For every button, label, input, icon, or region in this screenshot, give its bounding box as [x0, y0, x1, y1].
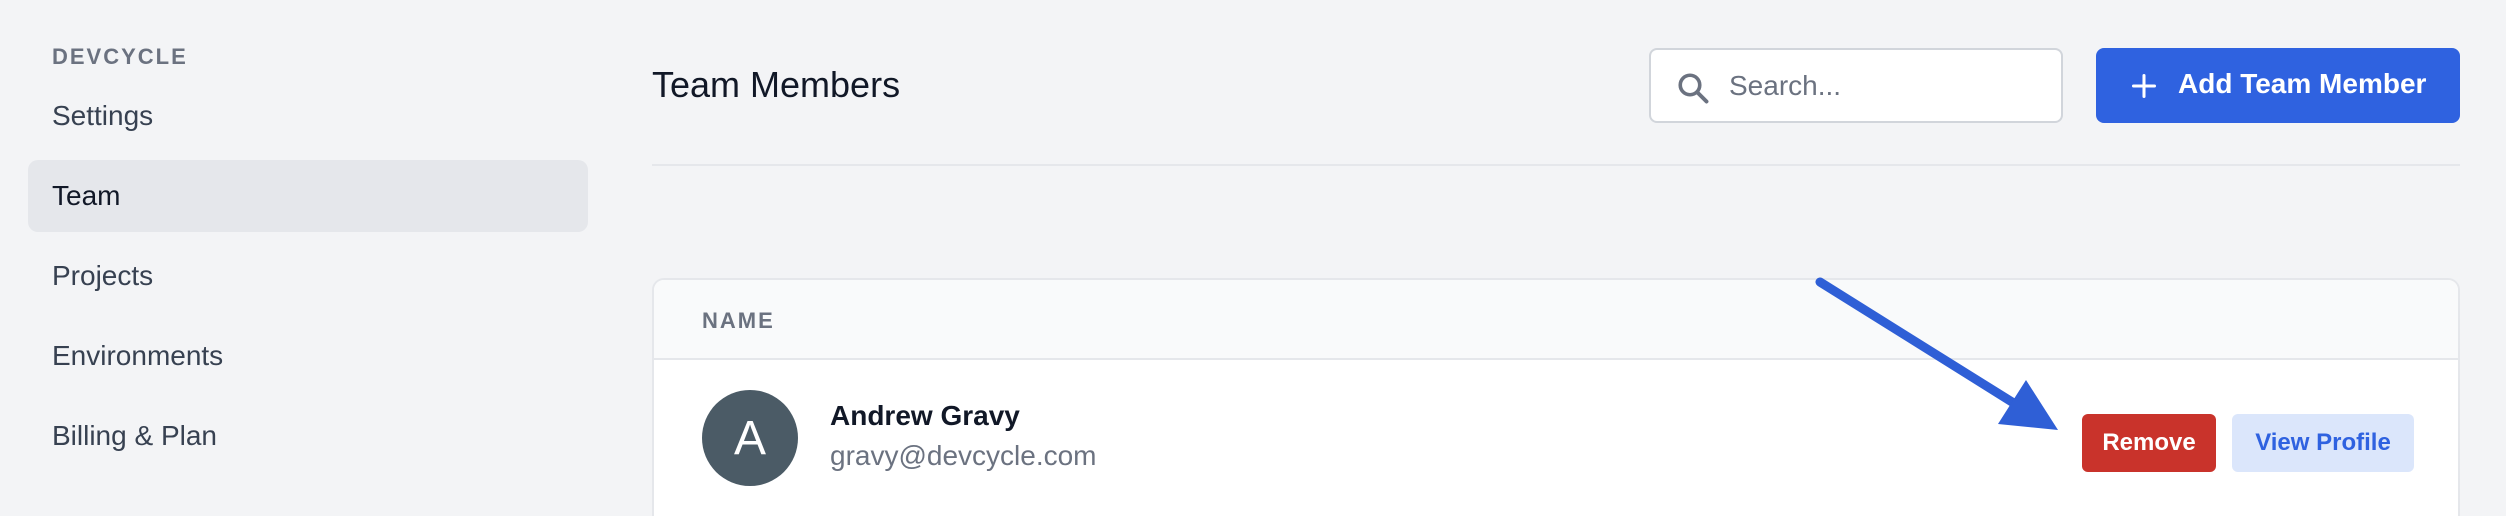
plus-icon	[2131, 73, 2157, 99]
sidebar-item-billing[interactable]: Billing & Plan	[28, 400, 588, 472]
add-team-member-button[interactable]: Add Team Member	[2096, 48, 2460, 123]
sidebar-item-settings[interactable]: Settings	[28, 80, 588, 152]
search-box[interactable]	[1649, 48, 2063, 123]
sidebar: DEVCYCLE Settings Team Projects Environm…	[0, 0, 620, 516]
avatar: A	[702, 390, 798, 486]
column-header-name: NAME	[702, 308, 775, 333]
sidebar-item-label: Team	[52, 180, 121, 211]
add-team-member-label: Add Team Member	[2178, 68, 2427, 99]
sidebar-item-label: Settings	[52, 100, 154, 131]
sidebar-item-projects[interactable]: Projects	[28, 240, 588, 312]
sidebar-item-environments[interactable]: Environments	[28, 320, 588, 392]
search-input[interactable]	[1729, 50, 2049, 121]
app-root: DEVCYCLE Settings Team Projects Environm…	[0, 0, 2506, 516]
header-divider	[652, 164, 2460, 166]
table-row: A Andrew Gravy gravy@devcycle.com Remove…	[654, 362, 2458, 516]
sidebar-item-label: Projects	[52, 260, 154, 291]
sidebar-item-label: Environments	[52, 340, 224, 371]
team-table: NAME A Andrew Gravy gravy@devcycle.com R…	[652, 278, 2460, 516]
member-name: Andrew Gravy	[830, 400, 1020, 431]
view-profile-button[interactable]: View Profile	[2232, 414, 2414, 472]
member-email: gravy@devcycle.com	[830, 440, 1097, 471]
page-title: Team Members	[652, 64, 901, 105]
sidebar-item-team[interactable]: Team	[28, 160, 588, 232]
search-icon	[1678, 73, 1709, 104]
remove-button[interactable]: Remove	[2082, 414, 2216, 472]
org-label: DEVCYCLE	[52, 44, 188, 69]
sidebar-item-label: Billing & Plan	[52, 420, 217, 451]
table-header: NAME	[654, 280, 2458, 360]
